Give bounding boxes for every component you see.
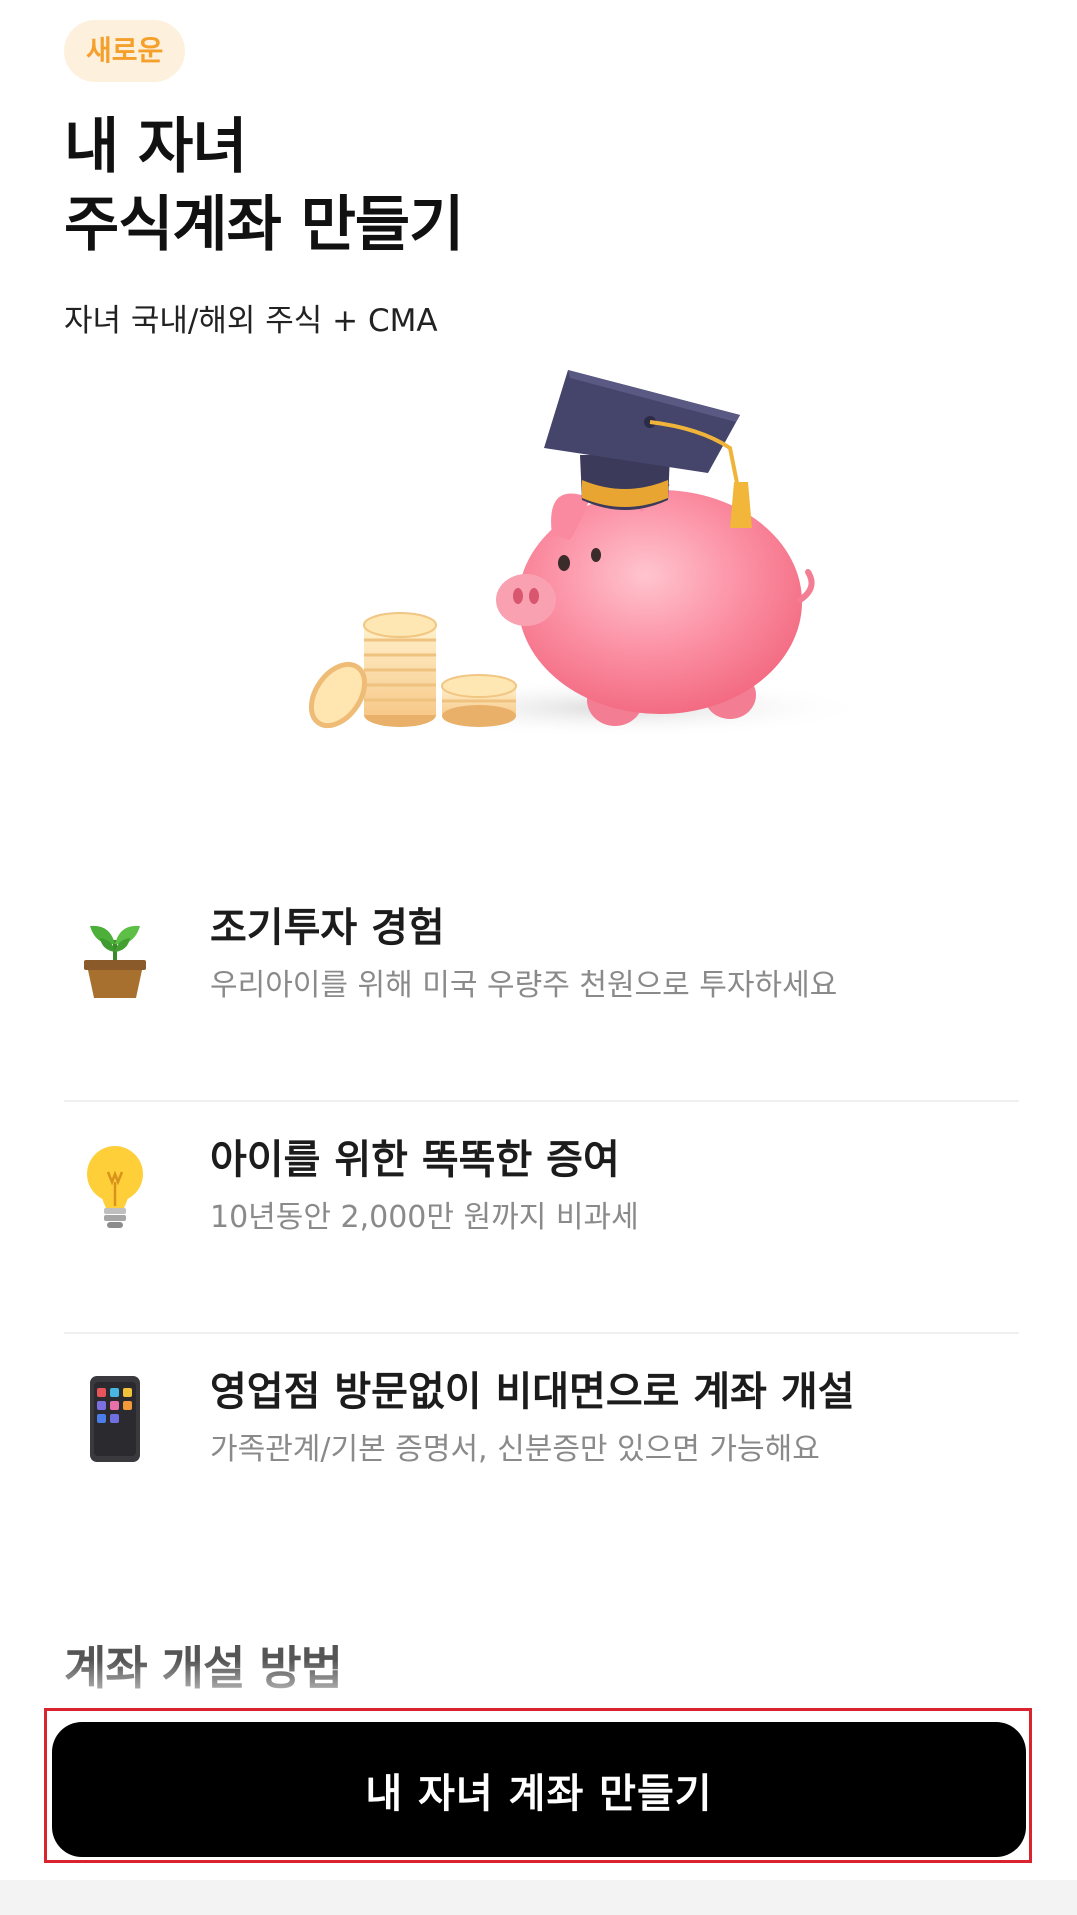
feature-item-contactless-opening: 영업점 방문없이 비대면으로 계좌 개설 가족관계/기본 증명서, 신분증만 있…	[64, 1334, 1019, 1564]
feature-description: 우리아이를 위해 미국 우량주 천원으로 투자하세요	[210, 968, 838, 1003]
bottom-system-area	[0, 1880, 1077, 1915]
feature-list: 조기투자 경험 우리아이를 위해 미국 우량주 천원으로 투자하세요 아이를 위…	[64, 870, 1019, 1564]
page-subtitle: 자녀 국내/해외 주식 + CMA	[64, 303, 438, 339]
feature-item-smart-gift: 아이를 위한 똑똑한 증여 10년동안 2,000만 원까지 비과세	[64, 1102, 1019, 1334]
page-title: 내 자녀 주식계좌 만들기	[64, 108, 464, 264]
lightbulb-icon	[87, 1146, 143, 1228]
smartphone-icon	[90, 1376, 140, 1462]
scroll-fade-overlay	[0, 1660, 1077, 1710]
coin-stack-icon	[363, 612, 437, 727]
page: 새로운 내 자녀 주식계좌 만들기 자녀 국내/해외 주식 + CMA 조기투자…	[0, 0, 1077, 1880]
feature-title: 영업점 방문없이 비대면으로 계좌 개설	[210, 1369, 855, 1415]
feature-title: 아이를 위한 똑똑한 증여	[210, 1137, 620, 1183]
create-child-account-button[interactable]: 내 자녀 계좌 만들기	[52, 1722, 1026, 1857]
feature-item-early-investment: 조기투자 경험 우리아이를 위해 미국 우량주 천원으로 투자하세요	[64, 870, 1019, 1102]
page-title-line-2: 주식계좌 만들기	[64, 190, 464, 260]
page-title-line-1: 내 자녀	[64, 112, 248, 182]
new-badge: 새로운	[64, 20, 186, 82]
plant-sprout-icon	[84, 925, 146, 998]
feature-description: 가족관계/기본 증명서, 신분증만 있으면 가능해요	[210, 1432, 820, 1467]
feature-title: 조기투자 경험	[210, 905, 445, 951]
piggy-bank-illustration	[308, 370, 870, 738]
feature-description: 10년동안 2,000만 원까지 비과세	[210, 1200, 639, 1235]
